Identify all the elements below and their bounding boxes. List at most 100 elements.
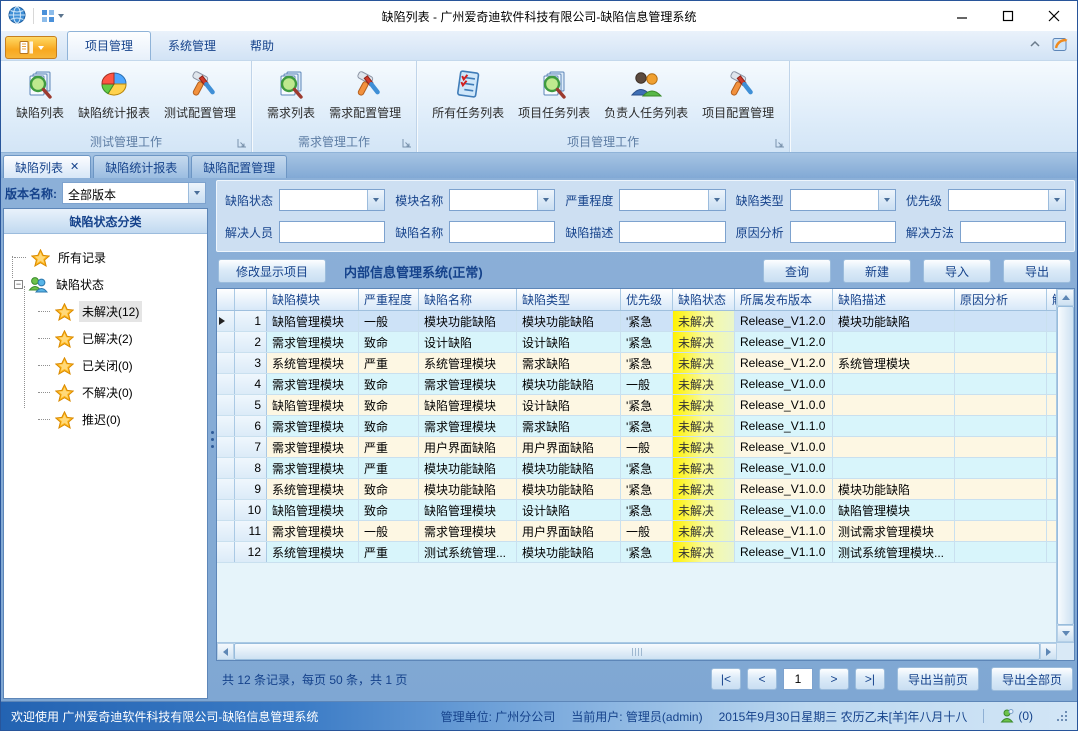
collapse-ribbon-icon[interactable] — [1028, 38, 1042, 53]
tree-item[interactable]: 已关闭(0) — [12, 352, 203, 379]
dropdown-icon[interactable] — [1048, 190, 1065, 210]
export-all-pages-button[interactable]: 导出全部页 — [991, 667, 1073, 691]
table-row[interactable]: 5缺陷管理模块致命缺陷管理模块设计缺陷'紧急未解决Release_V1.0.0 — [217, 395, 1056, 416]
close-button[interactable] — [1031, 2, 1077, 31]
scroll-down-icon[interactable] — [1057, 625, 1074, 642]
tree-item[interactable]: −缺陷状态 — [12, 271, 203, 298]
prev-page-button[interactable]: < — [747, 668, 777, 690]
sidebar-splitter[interactable] — [208, 180, 216, 699]
next-page-button[interactable]: > — [819, 668, 849, 690]
quick-access-layout-icon[interactable] — [41, 9, 64, 23]
modify-display-items-button[interactable]: 修改显示项目 — [218, 259, 326, 283]
application-menu-button[interactable] — [5, 36, 57, 59]
table-row[interactable]: 12系统管理模块严重测试系统管理...模块功能缺陷'紧急未解决Release_V… — [217, 542, 1056, 563]
filter-input-缺陷名称[interactable] — [449, 221, 555, 243]
grid-header-cell[interactable]: 解决方法 — [1047, 289, 1056, 310]
scroll-right-icon[interactable] — [1040, 643, 1057, 660]
table-row[interactable]: 3系统管理模块严重系统管理模块需求缺陷'紧急未解决Release_V1.2.0系… — [217, 353, 1056, 374]
filter-input-原因分析[interactable] — [790, 221, 896, 243]
table-row[interactable]: 2需求管理模块致命设计缺陷设计缺陷'紧急未解决Release_V1.2.0 — [217, 332, 1056, 353]
row-selector-cell[interactable] — [217, 458, 235, 478]
ribbon-button[interactable]: 项目任务列表 — [513, 65, 595, 123]
row-selector-cell[interactable] — [217, 542, 235, 562]
dropdown-icon[interactable] — [367, 190, 384, 210]
grid-header-cell[interactable]: 缺陷类型 — [517, 289, 621, 310]
row-selector-cell[interactable] — [217, 311, 235, 331]
maximize-button[interactable] — [985, 2, 1031, 31]
filter-combobox-缺陷状态[interactable] — [279, 189, 385, 211]
filter-combobox-模块名称[interactable] — [449, 189, 555, 211]
resize-grip[interactable] — [1057, 711, 1067, 721]
export-button[interactable]: 导出 — [1003, 259, 1071, 283]
table-row[interactable]: 7需求管理模块严重用户界面缺陷用户界面缺陷一般未解决Release_V1.0.0 — [217, 437, 1056, 458]
ribbon-button[interactable]: 所有任务列表 — [427, 65, 509, 123]
grid-header-cell[interactable]: 原因分析 — [955, 289, 1047, 310]
table-row[interactable]: 9系统管理模块致命模块功能缺陷模块功能缺陷'紧急未解决Release_V1.0.… — [217, 479, 1056, 500]
grid-header-cell[interactable]: 优先级 — [621, 289, 673, 310]
version-combobox[interactable]: 全部版本 — [62, 182, 206, 204]
horizontal-scrollbar[interactable] — [217, 642, 1074, 660]
dialog-launcher-icon[interactable] — [775, 139, 784, 148]
grid-header-cell[interactable]: 缺陷模块 — [267, 289, 359, 310]
ribbon-button[interactable]: 负责人任务列表 — [599, 65, 693, 123]
doc-tab-1[interactable]: 缺陷统计报表 — [93, 155, 189, 178]
doc-tab-2[interactable]: 缺陷配置管理 — [191, 155, 287, 178]
new-button[interactable]: 新建 — [843, 259, 911, 283]
ribbon-tab-project[interactable]: 项目管理 — [67, 31, 151, 60]
tree-item[interactable]: 所有记录 — [12, 244, 203, 271]
tree-expand-icon[interactable]: − — [14, 280, 23, 289]
ribbon-tab-system[interactable]: 系统管理 — [151, 32, 233, 60]
ribbon-tab-help[interactable]: 帮助 — [233, 32, 291, 60]
table-row[interactable]: 6需求管理模块致命需求管理模块需求缺陷'紧急未解决Release_V1.1.0 — [217, 416, 1056, 437]
grid-header-cell[interactable]: 所属发布版本 — [735, 289, 833, 310]
row-selector-cell[interactable] — [217, 521, 235, 541]
ribbon-button[interactable]: 测试配置管理 — [159, 65, 241, 123]
tree-item[interactable]: 推迟(0) — [12, 406, 203, 433]
filter-combobox-优先级[interactable] — [948, 189, 1066, 211]
filter-combobox-严重程度[interactable] — [619, 189, 725, 211]
query-button[interactable]: 查询 — [763, 259, 831, 283]
row-selector-cell[interactable] — [217, 437, 235, 457]
filter-input-解决方法[interactable] — [960, 221, 1066, 243]
message-indicator[interactable]: (0) — [1000, 709, 1033, 723]
tree-item[interactable]: 未解决(12) — [12, 298, 203, 325]
table-row[interactable]: 8需求管理模块严重模块功能缺陷模块功能缺陷'紧急未解决Release_V1.0.… — [217, 458, 1056, 479]
close-tab-icon[interactable]: ✕ — [70, 162, 79, 173]
minimize-button[interactable] — [939, 2, 985, 31]
ribbon-button[interactable]: 缺陷列表 — [11, 65, 69, 123]
grid-header-cell[interactable] — [235, 289, 267, 310]
ribbon-button[interactable]: 需求列表 — [262, 65, 320, 123]
ribbon-button[interactable]: 缺陷统计报表 — [73, 65, 155, 123]
dropdown-icon[interactable] — [708, 190, 725, 210]
import-button[interactable]: 导入 — [923, 259, 991, 283]
table-row[interactable]: 11需求管理模块一般需求管理模块用户界面缺陷一般未解决Release_V1.1.… — [217, 521, 1056, 542]
grid-header-cell[interactable]: 严重程度 — [359, 289, 419, 310]
grid-header-cell[interactable]: 缺陷描述 — [833, 289, 955, 310]
row-selector-cell[interactable] — [217, 353, 235, 373]
row-selector-cell[interactable] — [217, 332, 235, 352]
filter-input-缺陷描述[interactable] — [619, 221, 725, 243]
row-selector-cell[interactable] — [217, 416, 235, 436]
dropdown-icon[interactable] — [878, 190, 895, 210]
row-selector-cell[interactable] — [217, 479, 235, 499]
dialog-launcher-icon[interactable] — [402, 139, 411, 148]
version-combobox-dropdown-icon[interactable] — [188, 183, 205, 203]
table-row[interactable]: 4需求管理模块致命需求管理模块模块功能缺陷一般未解决Release_V1.0.0 — [217, 374, 1056, 395]
last-page-button[interactable]: >| — [855, 668, 885, 690]
row-selector-cell[interactable] — [217, 374, 235, 394]
export-current-page-button[interactable]: 导出当前页 — [897, 667, 979, 691]
tree-item[interactable]: 不解决(0) — [12, 379, 203, 406]
first-page-button[interactable]: |< — [711, 668, 741, 690]
grid-header-cell[interactable]: 缺陷状态 — [673, 289, 735, 310]
tree-item[interactable]: 已解决(2) — [12, 325, 203, 352]
page-number-input[interactable]: 1 — [783, 668, 813, 690]
horizontal-scrollbar-thumb[interactable] — [234, 643, 1040, 660]
help-about-icon[interactable] — [1052, 36, 1069, 55]
ribbon-button[interactable]: 需求配置管理 — [324, 65, 406, 123]
table-row[interactable]: 1缺陷管理模块一般模块功能缺陷模块功能缺陷'紧急未解决Release_V1.2.… — [217, 311, 1056, 332]
scroll-up-icon[interactable] — [1057, 289, 1074, 306]
vertical-scrollbar-thumb[interactable] — [1057, 306, 1074, 625]
row-selector-cell[interactable] — [217, 500, 235, 520]
grid-header-cell[interactable] — [217, 289, 235, 310]
doc-tab-0[interactable]: 缺陷列表✕ — [3, 155, 91, 178]
